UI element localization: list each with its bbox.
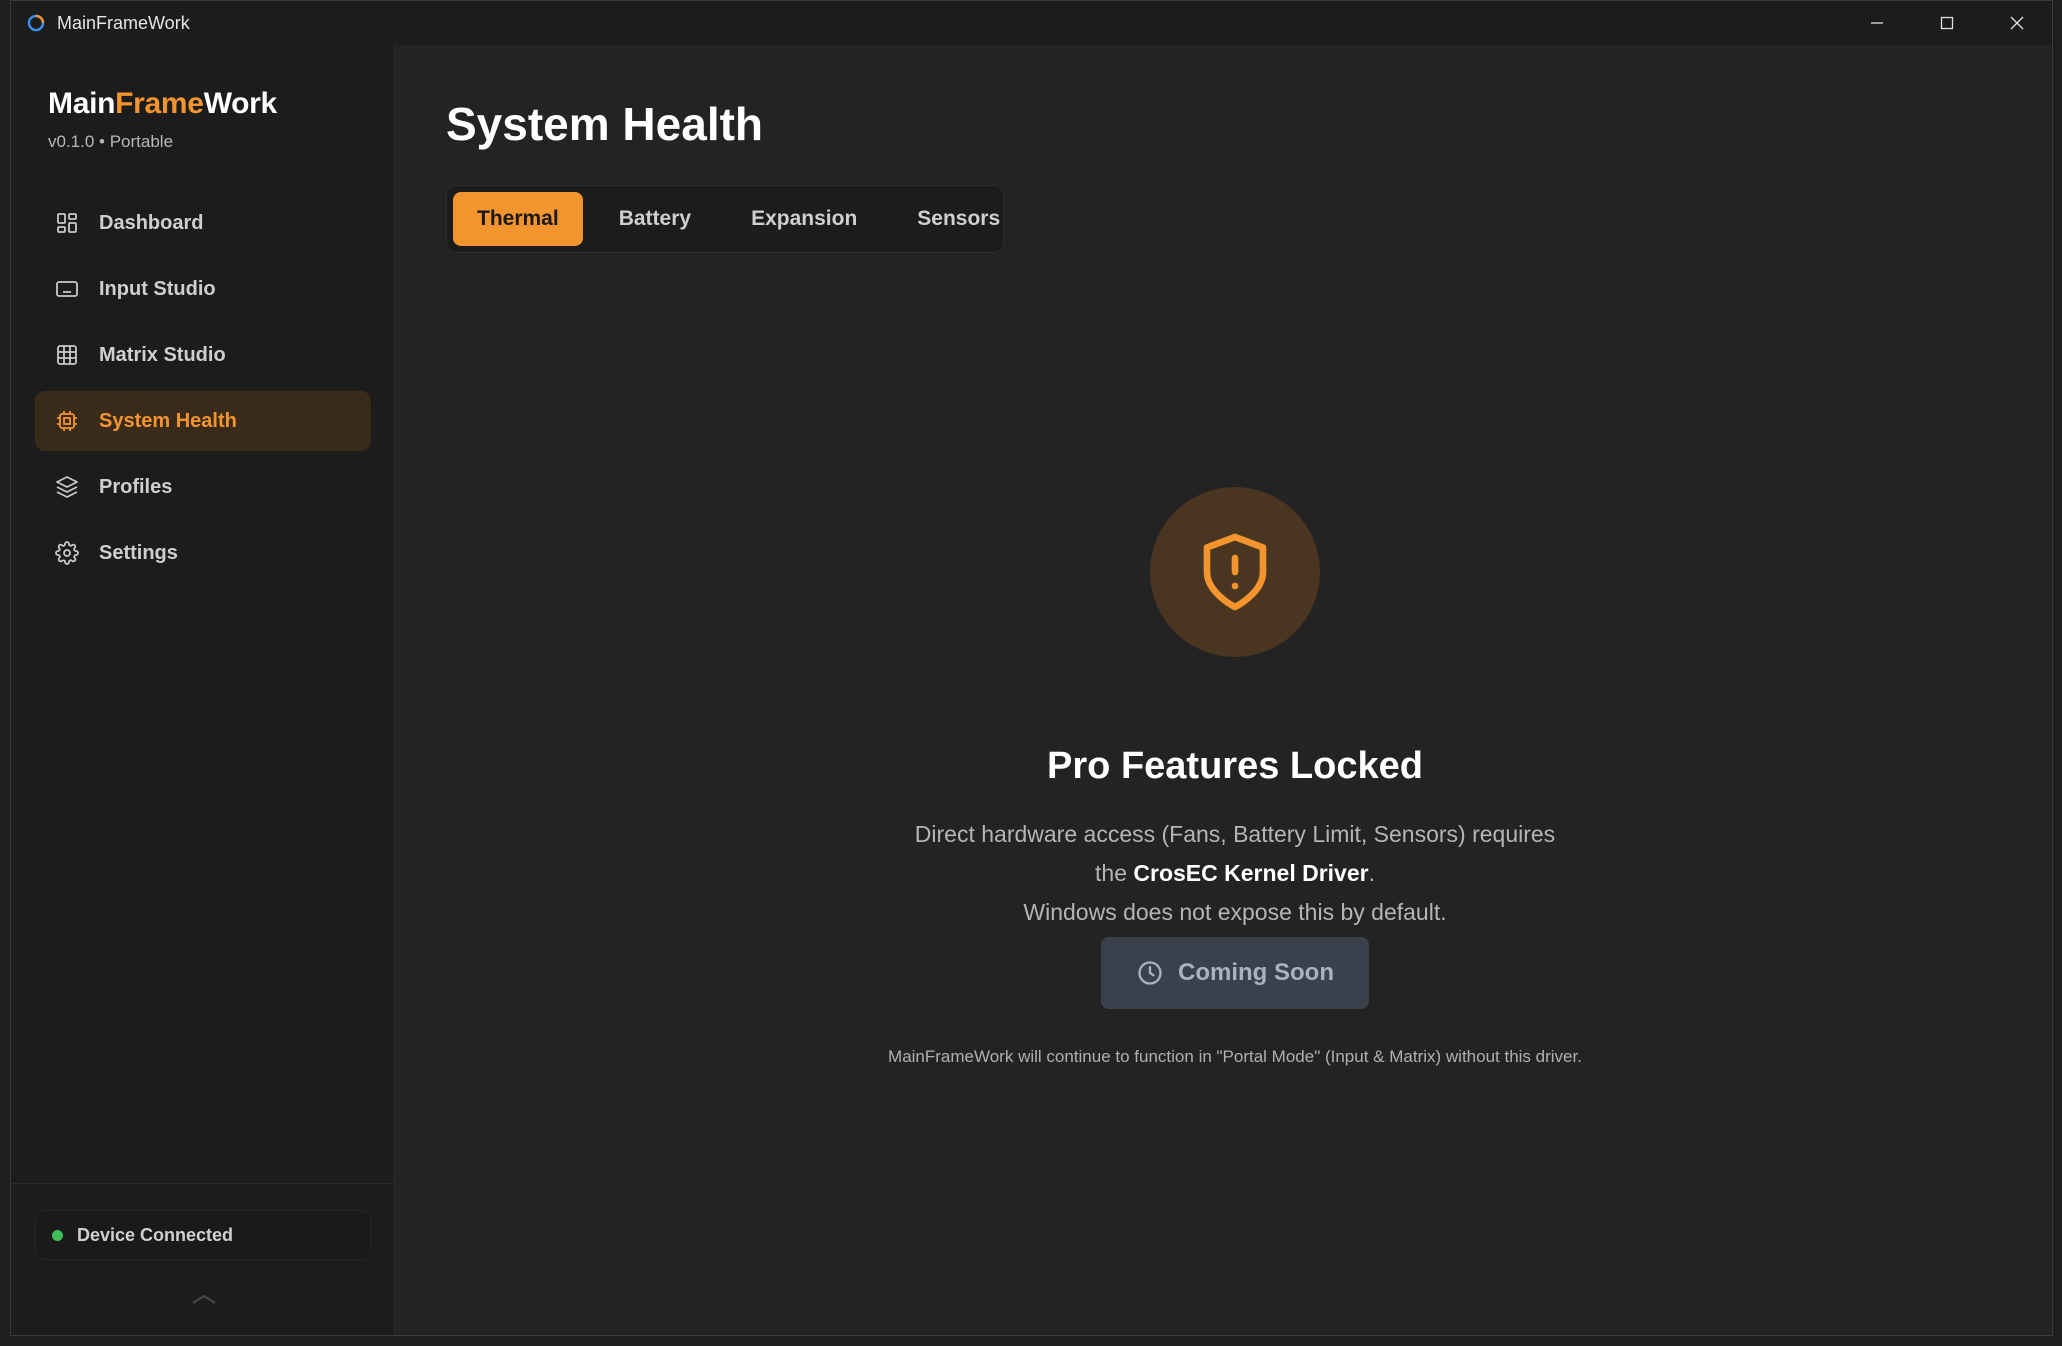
version-label: v0.1.0 • Portable (48, 132, 174, 151)
main-content: System Health Thermal Battery Expansion … (396, 45, 2052, 1335)
keyboard-icon (53, 275, 81, 303)
tab-sensors[interactable]: Sensors (893, 192, 1024, 246)
sidebar-item-profiles[interactable]: Profiles (35, 457, 371, 517)
sidebar-item-label: Dashboard (99, 211, 204, 234)
gear-icon (53, 539, 81, 567)
brand-text-main: Main (48, 87, 116, 120)
sidebar: MainFrameWork v0.1.0 • Portable Dashboar… (11, 45, 395, 1335)
layers-icon (53, 473, 81, 501)
window-title: MainFrameWork (57, 12, 190, 33)
close-icon (2010, 16, 2024, 30)
coming-soon-label: Coming Soon (1178, 959, 1334, 986)
locked-title: Pro Features Locked (1047, 745, 1423, 787)
sidebar-item-system-health[interactable]: System Health (35, 391, 371, 451)
device-status-label: Device Connected (77, 1224, 234, 1245)
shield-alert-icon (1203, 533, 1267, 611)
locked-desc-line1: Direct hardware access (Fans, Battery Li… (914, 821, 1556, 847)
sidebar-item-input-studio[interactable]: Input Studio (35, 259, 371, 319)
maximize-button[interactable] (1912, 1, 1982, 45)
title-bar: MainFrameWork (11, 1, 2052, 45)
chip-icon (53, 407, 81, 435)
locked-desc-line2-pre: the (1095, 860, 1134, 886)
sidebar-item-dashboard[interactable]: Dashboard (35, 193, 371, 253)
brand-text-work: Work (203, 87, 278, 120)
sidebar-item-label: Input Studio (99, 277, 216, 300)
tab-bar: Thermal Battery Expansion Sensors (446, 185, 1004, 253)
window-controls (1842, 1, 2052, 45)
sidebar-item-matrix-studio[interactable]: Matrix Studio (35, 325, 371, 385)
sidebar-item-label: System Health (99, 409, 237, 432)
minimize-button[interactable] (1842, 1, 1912, 45)
sidebar-item-label: Settings (99, 541, 178, 564)
sidebar-divider (11, 1183, 395, 1184)
app-window: MainFrameWork MainFrameWork v0.1.0 • Por… (10, 0, 2053, 1336)
status-dot-icon (52, 1229, 63, 1241)
tab-expansion[interactable]: Expansion (727, 192, 881, 246)
device-status: Device Connected (35, 1210, 371, 1260)
sidebar-item-label: Profiles (99, 475, 173, 498)
grid-icon (53, 341, 81, 369)
maximize-icon (1940, 16, 1954, 30)
page-title: System Health (446, 98, 764, 150)
sidebar-item-label: Matrix Studio (99, 343, 226, 366)
locked-desc-line2-post: . (1368, 860, 1375, 886)
sidebar-item-settings[interactable]: Settings (35, 523, 371, 583)
locked-desc-line2: the CrosEC Kernel Driver. (396, 854, 2052, 893)
brand-logo: MainFrameWork (48, 87, 277, 121)
close-button[interactable] (1982, 1, 2052, 45)
sidebar-nav: Dashboard Input Studio Matrix Studio Sys… (35, 193, 371, 589)
footnote: MainFrameWork will continue to function … (888, 1047, 1582, 1066)
tab-thermal[interactable]: Thermal (453, 192, 583, 246)
tab-battery[interactable]: Battery (595, 192, 715, 246)
locked-desc-line3: Windows does not expose this by default. (1023, 899, 1447, 925)
clock-icon (1136, 959, 1164, 987)
locked-description: Direct hardware access (Fans, Battery Li… (396, 815, 2052, 932)
app-logo-icon (25, 12, 47, 34)
driver-name: CrosEC Kernel Driver (1133, 860, 1369, 886)
coming-soon-button[interactable]: Coming Soon (1101, 937, 1369, 1009)
lock-badge (1150, 487, 1320, 657)
dashboard-icon (53, 209, 81, 237)
brand-text-frame: Frame (115, 87, 204, 120)
collapse-handle-icon[interactable] (189, 1289, 219, 1309)
minimize-icon (1871, 22, 1883, 24)
